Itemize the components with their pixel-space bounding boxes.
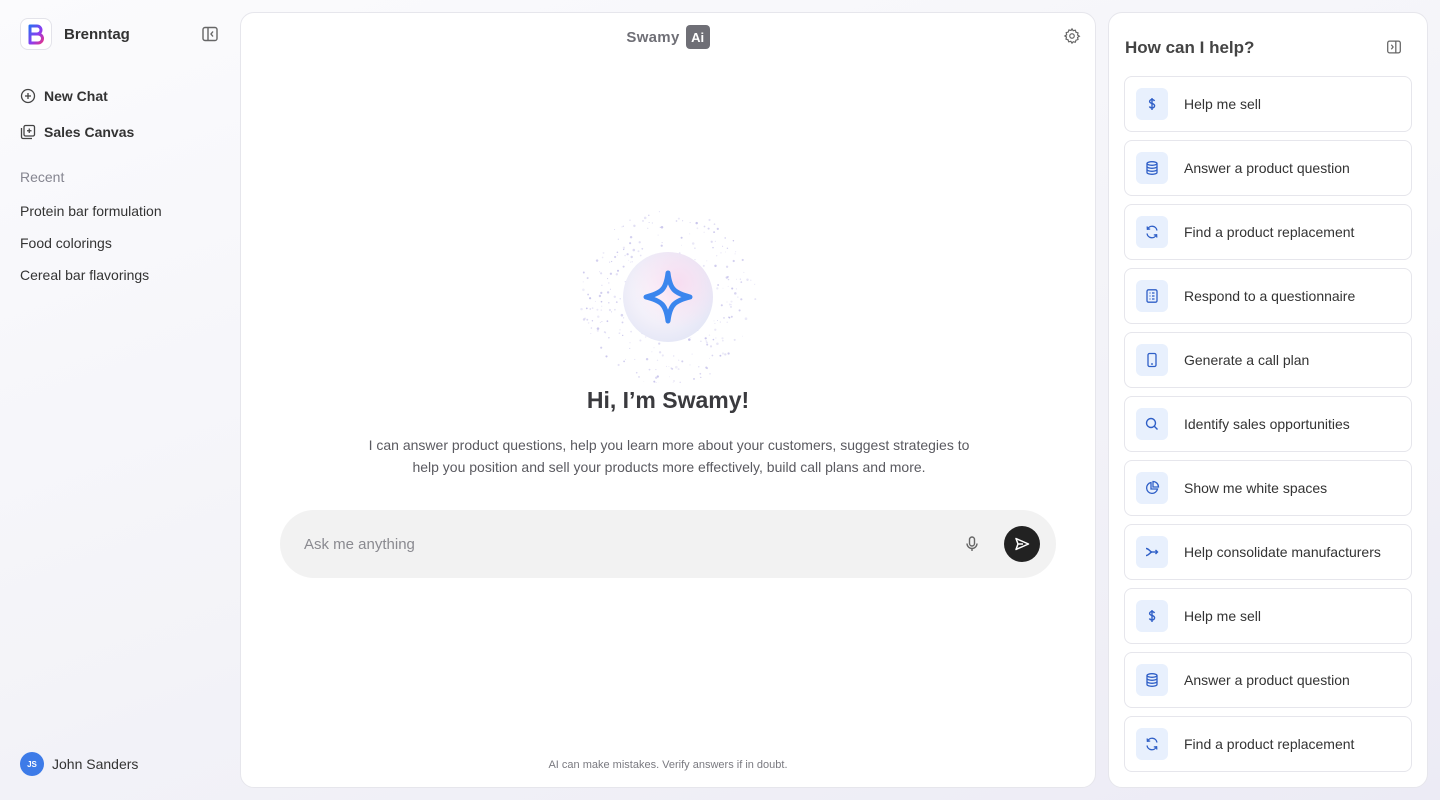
help-action-label: Show me white spaces	[1184, 480, 1328, 496]
recent-list: Protein bar formulation Food colorings C…	[20, 201, 162, 297]
pie-icon	[1136, 472, 1168, 504]
sales-canvas-button[interactable]: Sales Canvas	[20, 122, 134, 142]
canvas-icon	[20, 124, 36, 140]
user-name: John Sanders	[52, 756, 139, 772]
help-action-card[interactable]: Help consolidate manufacturers	[1124, 524, 1412, 580]
disclaimer: AI can make mistakes. Verify answers if …	[548, 759, 788, 771]
ai-badge: Ai	[685, 25, 710, 49]
send-icon	[1015, 537, 1030, 551]
recent-item[interactable]: Food colorings	[20, 233, 162, 253]
chat-input[interactable]	[280, 510, 962, 578]
chat-composer	[280, 510, 1056, 578]
merge-icon	[1136, 536, 1168, 568]
help-action-label: Help me sell	[1184, 96, 1262, 112]
help-action-card[interactable]: Find a product replacement	[1124, 716, 1412, 772]
send-button[interactable]	[1004, 526, 1040, 562]
help-action-label: Generate a call plan	[1184, 352, 1310, 368]
refresh-icon	[1136, 728, 1168, 760]
help-action-card[interactable]: Show me white spaces	[1124, 460, 1412, 516]
help-action-card[interactable]: Respond to a questionnaire	[1124, 268, 1412, 324]
swamy-orb-icon	[578, 203, 758, 384]
help-panel-title: How can I help?	[1125, 38, 1255, 57]
sidebar: Brenntag New Chat Sales Canvas Recent Pr…	[0, 0, 240, 800]
help-action-card[interactable]: Generate a call plan	[1124, 332, 1412, 388]
recent-item[interactable]: Cereal bar flavorings	[20, 265, 162, 285]
search-icon	[1136, 408, 1168, 440]
brenntag-logo-icon	[20, 18, 52, 50]
database-icon	[1136, 664, 1168, 696]
recent-item[interactable]: Protein bar formulation	[20, 201, 162, 221]
help-action-label: Answer a product question	[1184, 672, 1350, 688]
sidebar-nav: New Chat Sales Canvas	[20, 86, 134, 158]
sales-canvas-label: Sales Canvas	[44, 124, 135, 140]
phone-icon	[1136, 344, 1168, 376]
chat-panel: Swamy Ai Hi, I’m Swamy! I can answer pro…	[240, 12, 1096, 788]
intro-text: I can answer product questions, help you…	[368, 437, 970, 475]
help-action-label: Help consolidate manufacturers	[1184, 544, 1381, 560]
help-action-card[interactable]: Identify sales opportunities	[1124, 396, 1412, 452]
help-action-label: Help me sell	[1184, 608, 1262, 624]
list-icon	[1136, 280, 1168, 312]
gear-icon[interactable]	[1063, 27, 1081, 45]
help-action-card[interactable]: Find a product replacement	[1124, 204, 1412, 260]
help-action-label: Answer a product question	[1184, 160, 1350, 176]
help-action-card[interactable]: Answer a product question	[1124, 652, 1412, 708]
dollar-icon	[1136, 600, 1168, 632]
help-action-label: Find a product replacement	[1184, 736, 1355, 752]
user-profile[interactable]: JS John Sanders	[20, 752, 138, 776]
greeting-heading: Hi, I’m Swamy!	[586, 387, 750, 413]
app-header: Swamy Ai	[241, 23, 1095, 51]
refresh-icon	[1136, 216, 1168, 248]
help-action-card[interactable]: Answer a product question	[1124, 140, 1412, 196]
help-action-label: Identify sales opportunities	[1184, 416, 1350, 432]
plus-circle-icon	[20, 88, 36, 104]
help-panel: How can I help? Help me sell Answer a pro…	[1108, 12, 1428, 788]
avatar: JS	[20, 752, 44, 776]
database-icon	[1136, 152, 1168, 184]
collapse-panel-icon[interactable]	[1385, 38, 1403, 56]
help-action-card[interactable]: Help me sell	[1124, 588, 1412, 644]
help-action-label: Find a product replacement	[1184, 224, 1355, 240]
dollar-icon	[1136, 88, 1168, 120]
recent-heading: Recent	[20, 169, 65, 185]
help-action-label: Respond to a questionnaire	[1184, 288, 1356, 304]
collapse-sidebar-icon[interactable]	[200, 24, 220, 44]
microphone-icon[interactable]	[962, 534, 982, 554]
product-name: Swamy	[626, 28, 680, 46]
new-chat-label: New Chat	[44, 88, 108, 104]
new-chat-button[interactable]: New Chat	[20, 86, 134, 106]
help-action-card[interactable]: Help me sell	[1124, 76, 1412, 132]
brand[interactable]: Brenntag	[20, 18, 130, 50]
brand-name: Brenntag	[64, 25, 130, 43]
action-list: Help me sell Answer a product question Fin…	[1124, 76, 1412, 780]
